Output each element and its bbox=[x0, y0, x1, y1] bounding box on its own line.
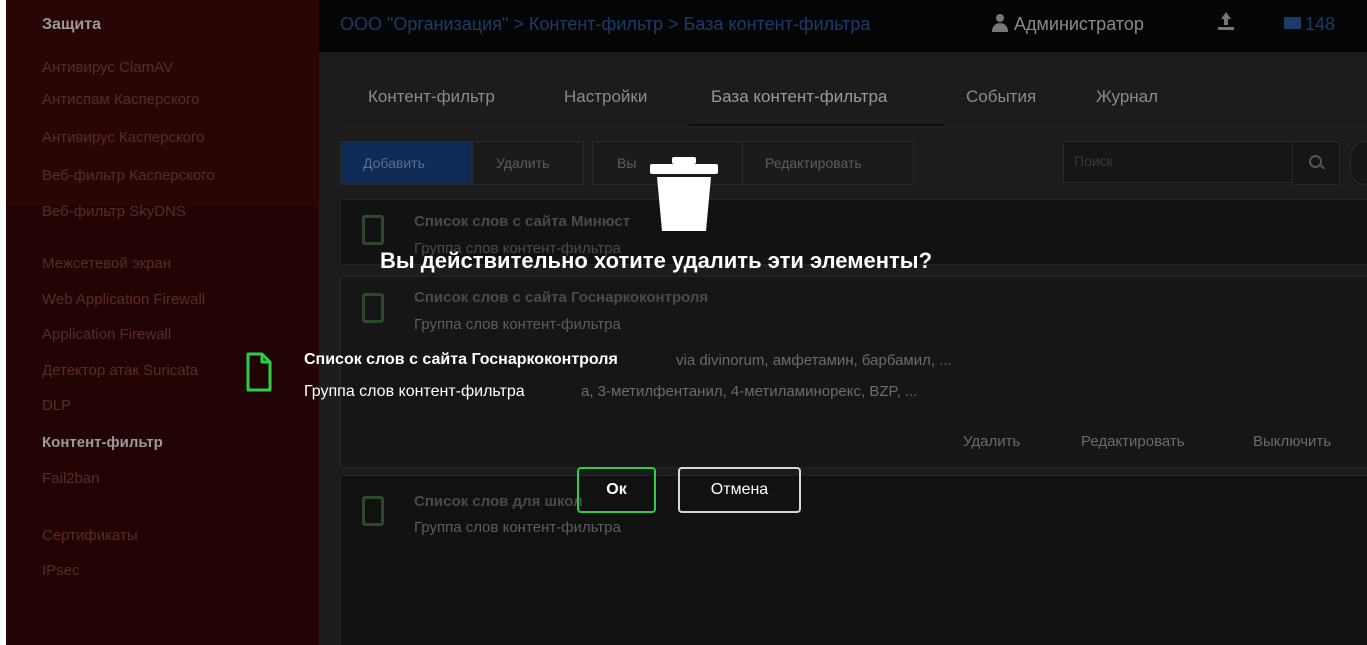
list-item-detail-2: а, 3-метилфентанил, 4-метиламинорекс, BZ… bbox=[581, 383, 918, 400]
user-name[interactable]: Администратор bbox=[1014, 14, 1144, 35]
tab-journal[interactable]: Журнал bbox=[1096, 87, 1158, 107]
mail-icon[interactable] bbox=[1284, 17, 1301, 29]
file-icon bbox=[362, 496, 384, 526]
search-icon-handle bbox=[1320, 164, 1325, 170]
list-item-title: Список слов с сайта Госнаркоконтроля bbox=[414, 289, 709, 306]
tabs-divider bbox=[340, 126, 1367, 127]
disable-button-label: Вы bbox=[617, 155, 637, 171]
upload-icon[interactable] bbox=[1218, 12, 1234, 32]
sidebar-item-certificates[interactable]: Сертификаты bbox=[42, 527, 138, 544]
list-item-delete-action[interactable]: Удалить bbox=[963, 433, 1020, 450]
dialog-item-subtitle: Группа слов контент-фильтра bbox=[304, 383, 525, 400]
delete-button-label: Удалить bbox=[496, 155, 550, 171]
breadcrumb[interactable]: ООО "Организация" > Контент-фильтр > Баз… bbox=[340, 14, 870, 35]
dialog-item-title: Список слов с сайта Госнаркоконтроля bbox=[304, 351, 618, 368]
sidebar-item-clamav[interactable]: Антивирус ClamAV bbox=[42, 59, 173, 76]
list-item-disable-action[interactable]: Выключить bbox=[1253, 433, 1331, 450]
window-left-edge bbox=[0, 0, 6, 645]
sidebar-section-title: Защита bbox=[42, 16, 101, 33]
sidebar-item-kaspersky-antispam[interactable]: Антиспам Касперского bbox=[42, 91, 199, 108]
list-item-edit-action[interactable]: Редактировать bbox=[1081, 433, 1185, 450]
mail-count[interactable]: 148 bbox=[1305, 14, 1335, 35]
tab-settings[interactable]: Настройки bbox=[564, 87, 647, 107]
sidebar-item-fail2ban[interactable]: Fail2ban bbox=[42, 470, 100, 487]
dialog-question: Вы действительно хотите удалить эти элем… bbox=[380, 248, 933, 273]
file-icon bbox=[362, 215, 384, 245]
trash-icon bbox=[650, 155, 718, 233]
sidebar-item-firewall[interactable]: Межсетевой экран bbox=[42, 255, 171, 272]
search-placeholder: Поиск bbox=[1074, 153, 1113, 169]
app-window: Защита Антивирус ClamAV Антиспам Касперс… bbox=[0, 0, 1367, 645]
sidebar-item-skydns[interactable]: Веб-фильтр SkyDNS bbox=[42, 203, 186, 220]
ok-button[interactable]: Ок bbox=[577, 467, 656, 513]
list-item-subtitle: Группа слов контент-фильтра bbox=[414, 519, 621, 536]
sidebar-item-ipsec[interactable]: IPsec bbox=[42, 562, 80, 579]
sidebar-item-content-filter[interactable]: Контент-фильтр bbox=[42, 434, 163, 451]
add-button-label: Добавить bbox=[363, 155, 425, 171]
refresh-button[interactable] bbox=[1350, 141, 1367, 185]
list-item-title: Список слов с сайта Минюст bbox=[414, 213, 631, 230]
list-item-subtitle: Группа слов контент-фильтра bbox=[414, 316, 621, 333]
search-input[interactable]: Поиск bbox=[1063, 141, 1293, 183]
cancel-button[interactable]: Отмена bbox=[678, 467, 801, 513]
list-item-detail-1: via divinorum, амфетамин, барбамил, ... bbox=[676, 352, 952, 369]
sidebar-item-dlp[interactable]: DLP bbox=[42, 397, 71, 414]
dialog-file-icon bbox=[246, 352, 272, 392]
user-icon bbox=[992, 14, 1008, 32]
tab-database[interactable]: База контент-фильтра bbox=[711, 87, 887, 107]
sidebar-item-suricata[interactable]: Детектор атак Suricata bbox=[42, 362, 198, 379]
sidebar-item-app-firewall[interactable]: Application Firewall bbox=[42, 326, 171, 343]
sidebar-item-kaspersky-antivirus[interactable]: Антивирус Касперского bbox=[42, 129, 205, 146]
search-button[interactable] bbox=[1292, 141, 1340, 185]
file-icon bbox=[362, 293, 384, 323]
tab-content-filter[interactable]: Контент-фильтр bbox=[368, 87, 495, 107]
sidebar-item-waf[interactable]: Web Application Firewall bbox=[42, 291, 205, 308]
tab-events[interactable]: События bbox=[966, 87, 1036, 107]
sidebar-item-kaspersky-webfilter[interactable]: Веб-фильтр Касперского bbox=[42, 167, 215, 184]
list-item-title: Список слов для школ bbox=[414, 493, 583, 510]
edit-button-label: Редактировать bbox=[765, 155, 862, 171]
